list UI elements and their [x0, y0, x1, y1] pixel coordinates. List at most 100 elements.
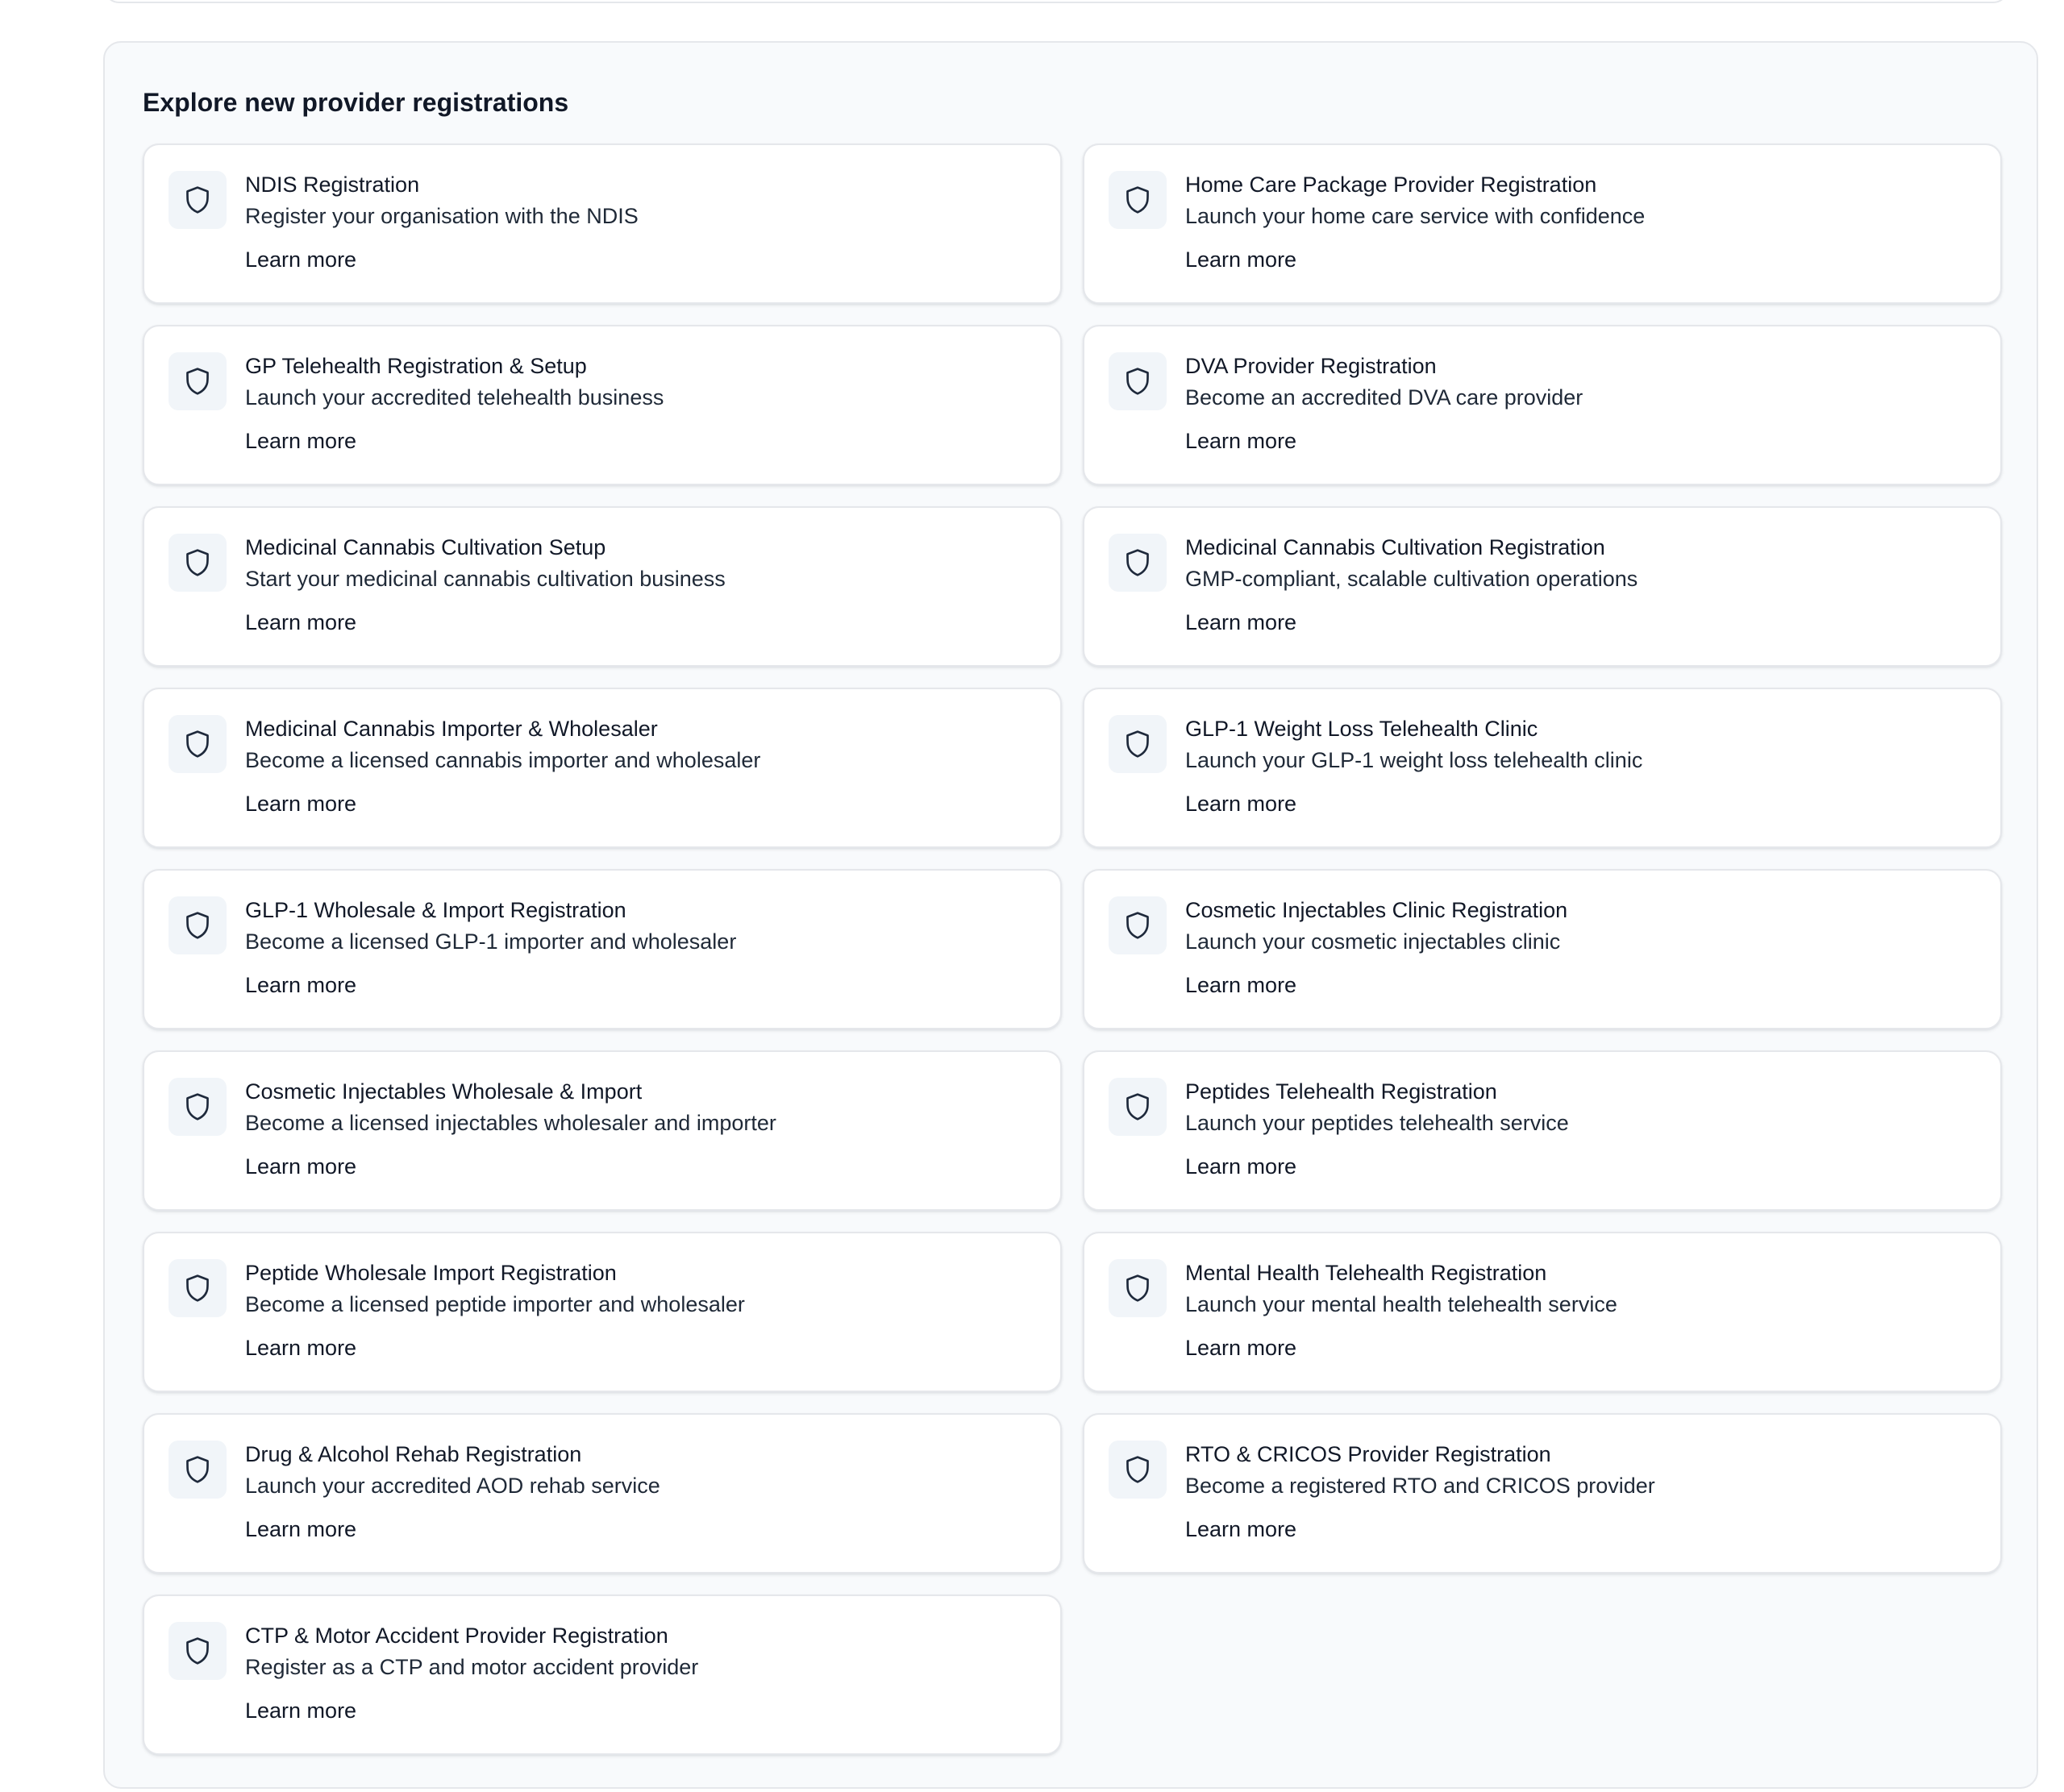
card-text: Mental Health Telehealth Registration La…: [1185, 1258, 1976, 1363]
learn-more-link[interactable]: Learn more: [245, 607, 356, 638]
card-title: Cosmetic Injectables Wholesale & Import: [245, 1079, 643, 1104]
card-description: Become a licensed peptide importer and w…: [245, 1292, 745, 1316]
learn-more-link[interactable]: Learn more: [245, 244, 356, 275]
registration-card[interactable]: Medicinal Cannabis Importer & Wholesaler…: [143, 688, 1062, 848]
card-description: Launch your home care service with confi…: [1185, 204, 1646, 228]
card-title: GLP-1 Wholesale & Import Registration: [245, 898, 626, 922]
registration-card[interactable]: Medicinal Cannabis Cultivation Registrat…: [1083, 506, 2002, 667]
learn-more-link[interactable]: Learn more: [245, 788, 356, 819]
card-text: Medicinal Cannabis Importer & Wholesaler…: [245, 713, 1036, 819]
shield-icon: [169, 1078, 227, 1136]
learn-more-link[interactable]: Learn more: [245, 1333, 356, 1363]
learn-more-link[interactable]: Learn more: [1185, 1151, 1296, 1182]
registration-card[interactable]: Mental Health Telehealth Registration La…: [1083, 1232, 2002, 1392]
registration-card[interactable]: NDIS Registration Register your organisa…: [143, 143, 1062, 304]
provider-registrations-section: Explore new provider registrations NDIS …: [103, 41, 2038, 1789]
shield-icon: [169, 352, 227, 410]
card-description: Launch your peptides telehealth service: [1185, 1111, 1569, 1135]
learn-more-link[interactable]: Learn more: [245, 970, 356, 1000]
section-title: Explore new provider registrations: [143, 88, 569, 117]
card-title: GLP-1 Weight Loss Telehealth Clinic: [1185, 717, 1538, 741]
card-text: Peptide Wholesale Import Registration Be…: [245, 1258, 1036, 1363]
shield-icon: [1109, 534, 1167, 592]
shield-icon: [1109, 1078, 1167, 1136]
card-text: RTO & CRICOS Provider Registration Becom…: [1185, 1439, 1976, 1545]
learn-more-link[interactable]: Learn more: [1185, 788, 1296, 819]
registration-card[interactable]: Medicinal Cannabis Cultivation Setup Sta…: [143, 506, 1062, 667]
card-text: DVA Provider Registration Become an accr…: [1185, 351, 1976, 456]
registration-card[interactable]: Drug & Alcohol Rehab Registration Launch…: [143, 1413, 1062, 1574]
learn-more-link[interactable]: Learn more: [245, 426, 356, 456]
registration-card[interactable]: Cosmetic Injectables Clinic Registration…: [1083, 869, 2002, 1029]
shield-icon: [1109, 715, 1167, 773]
learn-more-link[interactable]: Learn more: [245, 1151, 356, 1182]
card-text: GP Telehealth Registration & Setup Launc…: [245, 351, 1036, 456]
card-description: Become a licensed injectables wholesaler…: [245, 1111, 776, 1135]
card-description: GMP-compliant, scalable cultivation oper…: [1185, 567, 1638, 591]
card-title: GP Telehealth Registration & Setup: [245, 354, 587, 378]
card-text: Home Care Package Provider Registration …: [1185, 169, 1976, 275]
registration-card[interactable]: DVA Provider Registration Become an accr…: [1083, 325, 2002, 485]
card-title: Peptide Wholesale Import Registration: [245, 1261, 617, 1285]
previous-section-edge: [103, 0, 2009, 3]
card-text: NDIS Registration Register your organisa…: [245, 169, 1036, 275]
card-description: Register your organisation with the NDIS: [245, 204, 639, 228]
shield-icon: [1109, 896, 1167, 954]
card-title: NDIS Registration: [245, 173, 420, 197]
registration-card[interactable]: GP Telehealth Registration & Setup Launc…: [143, 325, 1062, 485]
card-description: Become a registered RTO and CRICOS provi…: [1185, 1474, 1655, 1498]
learn-more-link[interactable]: Learn more: [1185, 1514, 1296, 1545]
card-description: Start your medicinal cannabis cultivatio…: [245, 567, 726, 591]
learn-more-link[interactable]: Learn more: [245, 1695, 356, 1726]
shield-icon: [169, 1441, 227, 1499]
card-description: Launch your GLP-1 weight loss telehealth…: [1185, 748, 1643, 772]
card-text: Peptides Telehealth Registration Launch …: [1185, 1076, 1976, 1182]
shield-icon: [169, 1259, 227, 1317]
registration-card[interactable]: Home Care Package Provider Registration …: [1083, 143, 2002, 304]
card-text: Cosmetic Injectables Wholesale & Import …: [245, 1076, 1036, 1182]
registration-card[interactable]: CTP & Motor Accident Provider Registrati…: [143, 1595, 1062, 1755]
card-title: Medicinal Cannabis Cultivation Registrat…: [1185, 535, 1605, 559]
card-description: Become an accredited DVA care provider: [1185, 385, 1583, 410]
card-description: Register as a CTP and motor accident pro…: [245, 1655, 699, 1679]
learn-more-link[interactable]: Learn more: [1185, 426, 1296, 456]
learn-more-link[interactable]: Learn more: [245, 1514, 356, 1545]
shield-icon: [1109, 1259, 1167, 1317]
shield-icon: [1109, 352, 1167, 410]
registration-card[interactable]: GLP-1 Weight Loss Telehealth Clinic Laun…: [1083, 688, 2002, 848]
card-title: Cosmetic Injectables Clinic Registration: [1185, 898, 1568, 922]
card-title: Mental Health Telehealth Registration: [1185, 1261, 1547, 1285]
card-text: Drug & Alcohol Rehab Registration Launch…: [245, 1439, 1036, 1545]
card-text: GLP-1 Wholesale & Import Registration Be…: [245, 895, 1036, 1000]
card-text: Medicinal Cannabis Cultivation Setup Sta…: [245, 532, 1036, 638]
learn-more-link[interactable]: Learn more: [1185, 607, 1296, 638]
card-title: Peptides Telehealth Registration: [1185, 1079, 1497, 1104]
card-title: Drug & Alcohol Rehab Registration: [245, 1442, 582, 1466]
card-text: Medicinal Cannabis Cultivation Registrat…: [1185, 532, 1976, 638]
registration-card[interactable]: Cosmetic Injectables Wholesale & Import …: [143, 1050, 1062, 1211]
card-description: Become a licensed GLP-1 importer and who…: [245, 929, 737, 954]
registration-card[interactable]: GLP-1 Wholesale & Import Registration Be…: [143, 869, 1062, 1029]
card-title: DVA Provider Registration: [1185, 354, 1437, 378]
learn-more-link[interactable]: Learn more: [1185, 244, 1296, 275]
card-description: Launch your cosmetic injectables clinic: [1185, 929, 1561, 954]
registration-card[interactable]: Peptides Telehealth Registration Launch …: [1083, 1050, 2002, 1211]
shield-icon: [169, 1622, 227, 1680]
card-title: Medicinal Cannabis Importer & Wholesaler: [245, 717, 658, 741]
registration-card[interactable]: Peptide Wholesale Import Registration Be…: [143, 1232, 1062, 1392]
registration-card[interactable]: RTO & CRICOS Provider Registration Becom…: [1083, 1413, 2002, 1574]
registration-card-grid: NDIS Registration Register your organisa…: [143, 143, 2002, 1755]
card-description: Launch your accredited AOD rehab service: [245, 1474, 660, 1498]
card-title: Medicinal Cannabis Cultivation Setup: [245, 535, 606, 559]
learn-more-link[interactable]: Learn more: [1185, 1333, 1296, 1363]
card-text: Cosmetic Injectables Clinic Registration…: [1185, 895, 1976, 1000]
card-text: GLP-1 Weight Loss Telehealth Clinic Laun…: [1185, 713, 1976, 819]
shield-icon: [169, 896, 227, 954]
card-description: Launch your mental health telehealth ser…: [1185, 1292, 1617, 1316]
card-title: Home Care Package Provider Registration: [1185, 173, 1597, 197]
shield-icon: [169, 534, 227, 592]
card-title: RTO & CRICOS Provider Registration: [1185, 1442, 1551, 1466]
shield-icon: [1109, 171, 1167, 229]
learn-more-link[interactable]: Learn more: [1185, 970, 1296, 1000]
card-description: Become a licensed cannabis importer and …: [245, 748, 761, 772]
